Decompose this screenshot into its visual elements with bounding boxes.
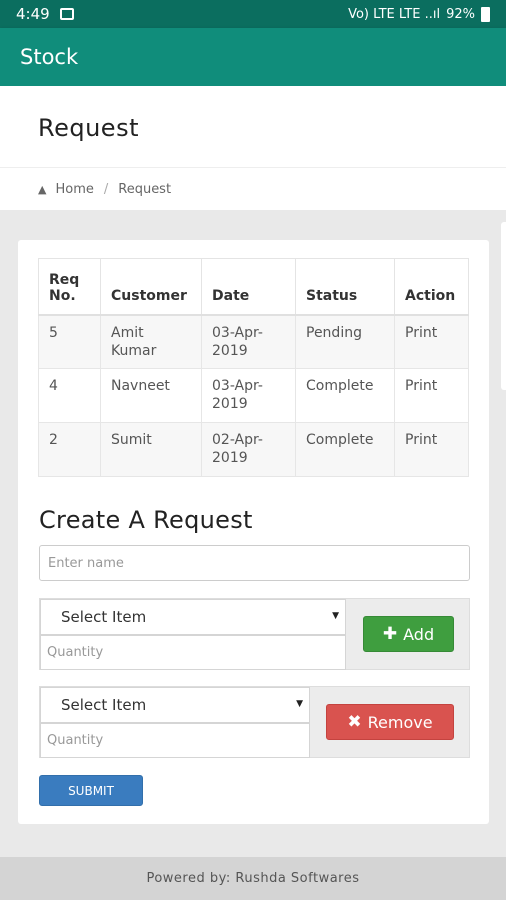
table-row: 4 Navneet 03-Apr-2019 Complete Print [38,368,469,423]
battery-icon [481,6,490,22]
footer: Powered by: Rushda Softwares [0,857,506,900]
app-title: Stock [20,45,79,69]
cell-customer: Sumit [100,422,202,477]
col-action: Action [394,258,469,316]
create-request-title: Create A Request [39,506,253,534]
home-icon[interactable]: ▲ [38,183,46,196]
cell-customer: Amit Kumar [100,314,202,369]
cell-date: 03-Apr-2019 [201,314,296,369]
remove-button-label: Remove [367,712,433,732]
cell-status: Complete [295,422,395,477]
page-header: Request [0,86,506,168]
breadcrumb: ▲ Home / Request [0,168,506,210]
col-req-no: Req No. [38,258,101,316]
table-row: 2 Sumit 02-Apr-2019 Complete Print [38,422,469,477]
scrollbar[interactable] [501,222,506,390]
plus-icon: ✚ [382,624,398,644]
print-link[interactable]: Print [394,422,469,477]
dropdown-caret-icon: ▼ [332,611,339,621]
quantity-input[interactable] [40,635,346,670]
remove-button[interactable]: ✖ Remove [326,704,454,740]
image-notification-icon [59,8,74,20]
cell-req-no: 4 [38,368,101,423]
breadcrumb-home[interactable]: Home [55,182,93,197]
breadcrumb-current: Request [118,181,172,197]
page-title: Request [38,114,139,142]
add-button-label: Add [403,624,435,644]
close-icon: ✖ [347,712,362,732]
cell-date: 03-Apr-2019 [201,368,296,423]
footer-text: Powered by: Rushda Softwares [146,871,360,886]
col-status: Status [295,258,395,316]
add-button[interactable]: ✚ Add [363,616,454,652]
app-bar: Stock [0,28,506,86]
cell-date: 02-Apr-2019 [201,422,296,477]
quantity-input[interactable] [40,723,310,758]
request-card: Req No. Customer Date Status Action 5 Am… [18,240,489,824]
cell-status: Pending [295,314,395,369]
status-time: 4:49 [16,5,50,23]
item-select[interactable]: Select Item ▼ [40,687,310,723]
table-row: 5 Amit Kumar 03-Apr-2019 Pending Print [38,314,469,369]
submit-button[interactable]: SUBMIT [39,775,143,806]
cell-customer: Navneet [100,368,202,423]
status-bar: 4:49 Vo) LTE LTE ..ıl 92% [0,0,506,28]
print-link[interactable]: Print [394,314,469,369]
item-row: Select Item ▼ ✖ Remove [39,686,470,758]
item-select-value: Select Item [61,608,147,626]
cell-status: Complete [295,368,395,423]
col-date: Date [201,258,296,316]
status-right: Vo) LTE LTE ..ıl 92% [348,6,490,22]
col-customer: Customer [100,258,202,316]
cell-req-no: 2 [38,422,101,477]
dropdown-caret-icon: ▼ [296,699,303,709]
item-row: Select Item ▼ ✚ Add [39,598,470,670]
breadcrumb-separator: / [103,181,109,197]
item-select[interactable]: Select Item ▼ [40,599,346,635]
item-select-value: Select Item [61,696,147,714]
signal-indicators: Vo) LTE LTE ..ıl [348,6,441,22]
table-header-row: Req No. Customer Date Status Action [38,258,469,316]
requests-table: Req No. Customer Date Status Action 5 Am… [38,258,469,477]
battery-percent: 92% [446,6,475,22]
name-input[interactable] [39,545,470,581]
cell-req-no: 5 [38,314,101,369]
print-link[interactable]: Print [394,368,469,423]
